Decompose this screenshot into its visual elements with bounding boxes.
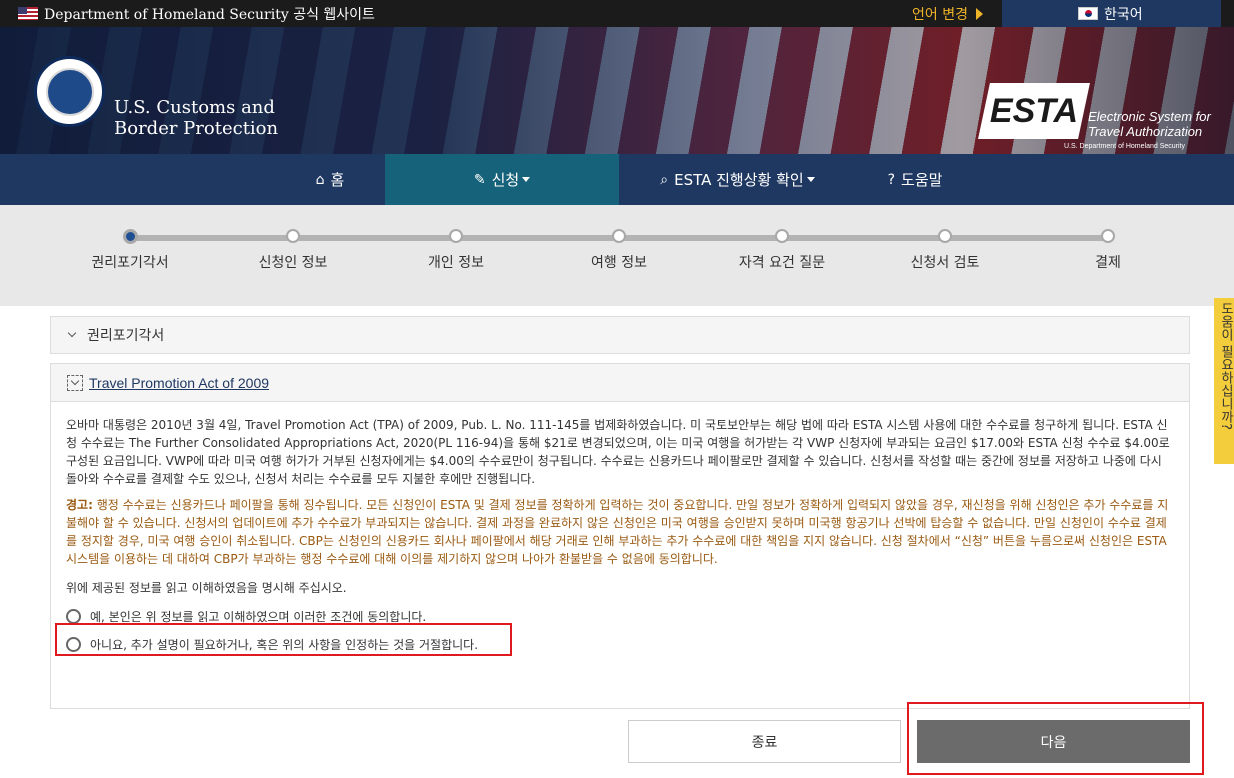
- esta-logo-text: ESTA: [989, 91, 1079, 130]
- warning-label: 경고:: [66, 498, 93, 512]
- us-flag-icon: [18, 7, 38, 20]
- agree-radio[interactable]: [66, 608, 81, 624]
- tpa-description: 오바마 대통령은 2010년 3월 4일, Travel Promotion A…: [66, 418, 1170, 486]
- progress-step-label: 여행 정보: [591, 255, 647, 271]
- agree-option-label[interactable]: 예, 본인은 위 정보를 읽고 이해하였으며 이러한 조건에 동의합니다.: [90, 608, 426, 625]
- waiver-panel-header[interactable]: 권리포기각서: [50, 316, 1190, 354]
- tpa-panel: Travel Promotion Act of 2009 오바마 대통령은 20…: [50, 363, 1190, 709]
- progress-step-dot: [938, 229, 952, 243]
- caret-down-icon: [522, 177, 531, 182]
- agency-name-line1: U.S. Customs and: [114, 97, 275, 118]
- esta-dhs-label: U.S. Department of Homeland Security: [1064, 143, 1185, 150]
- agree-option-highlight: [55, 623, 512, 656]
- progress-step-dot: [775, 229, 789, 243]
- official-site-label: Department of Homeland Security 공식 웹사이트: [44, 6, 375, 23]
- progress-step-label: 권리포기각서: [91, 255, 169, 271]
- nav-apply[interactable]: ✎ 신청: [385, 154, 619, 205]
- nav-help[interactable]: ? 도움말: [870, 154, 960, 205]
- esta-tagline-line2: Travel Authorization: [1088, 124, 1203, 139]
- progress-step-label: 자격 요건 질문: [738, 255, 826, 271]
- progress-step-dot: [123, 229, 138, 244]
- home-icon: ⌂: [315, 171, 325, 188]
- caret-down-icon: [806, 177, 815, 182]
- progress-step-dot: [612, 229, 626, 243]
- esta-tagline-line1: Electronic System for: [1088, 109, 1211, 124]
- agency-name[interactable]: U.S. Customs and Border Protection: [114, 97, 278, 139]
- acknowledge-prompt: 위에 제공된 정보를 읽고 이해하였음을 명시해 주십시오.: [66, 581, 347, 595]
- search-icon: ⌕: [660, 171, 669, 188]
- nav-help-label: 도움말: [901, 171, 943, 189]
- arrow-right-icon: [975, 7, 983, 20]
- help-side-tab-label: 도움이 필요하십니까?: [1218, 302, 1233, 431]
- korea-flag-icon: [1078, 7, 1098, 20]
- progress-step-label: 신청서 검토: [910, 255, 980, 271]
- top-bar: Department of Homeland Security 공식 웹사이트 …: [0, 0, 1234, 27]
- progress-step-label: 개인 정보: [428, 255, 484, 271]
- nav-home[interactable]: ⌂ 홈: [300, 154, 360, 205]
- tpa-panel-header[interactable]: Travel Promotion Act of 2009: [51, 364, 1189, 402]
- chevron-down-icon: [67, 374, 83, 391]
- progress-step-label: 결제: [1095, 255, 1121, 271]
- waiver-panel-title: 권리포기각서: [87, 328, 165, 344]
- pencil-icon: ✎: [473, 171, 486, 188]
- question-circle-icon: ?: [887, 171, 896, 188]
- nav-home-label: 홈: [330, 171, 345, 189]
- chevron-down-icon: [67, 328, 77, 338]
- help-side-tab[interactable]: 도움이 필요하십니까?: [1214, 298, 1234, 464]
- tpa-panel-title[interactable]: Travel Promotion Act of 2009: [89, 375, 269, 391]
- next-button-highlight: [907, 702, 1204, 775]
- progress-step-dot: [286, 229, 300, 243]
- nav-status[interactable]: ⌕ ESTA 진행상황 확인: [645, 154, 830, 205]
- nav-status-label: ESTA 진행상황 확인: [674, 171, 804, 189]
- language-change-link[interactable]: 언어 변경: [912, 0, 983, 27]
- dhs-seal-logo[interactable]: [34, 56, 105, 127]
- esta-logo[interactable]: ESTA Electronic System for Travel Author…: [978, 83, 1214, 153]
- progress-tracker: 권리포기각서 신청인 정보 개인 정보 여행 정보 자격 요건 질문 신청서 검…: [0, 205, 1234, 306]
- warning-text: 행정 수수료는 신용카드나 페이팔을 통해 징수됩니다. 모든 신청인이 EST…: [66, 498, 1169, 566]
- exit-button[interactable]: 종료: [628, 720, 901, 763]
- language-change-label: 언어 변경: [912, 6, 968, 23]
- fee-warning: 경고: 행정 수수료는 신용카드나 페이팔을 통해 징수됩니다. 모든 신청인이…: [66, 496, 1174, 568]
- progress-step-label: 신청인 정보: [258, 255, 328, 271]
- main-nav: ⌂ 홈 ✎ 신청 ⌕ ESTA 진행상황 확인 ? 도움말: [0, 154, 1234, 205]
- agency-name-line2: Border Protection: [114, 118, 279, 139]
- nav-apply-label: 신청: [491, 171, 520, 189]
- progress-step-dot: [449, 229, 463, 243]
- progress-step-dot: [1101, 229, 1115, 243]
- language-selector[interactable]: 한국어: [1002, 0, 1221, 27]
- current-language: 한국어: [1104, 6, 1143, 23]
- header-banner: U.S. Customs and Border Protection ESTA …: [0, 27, 1234, 154]
